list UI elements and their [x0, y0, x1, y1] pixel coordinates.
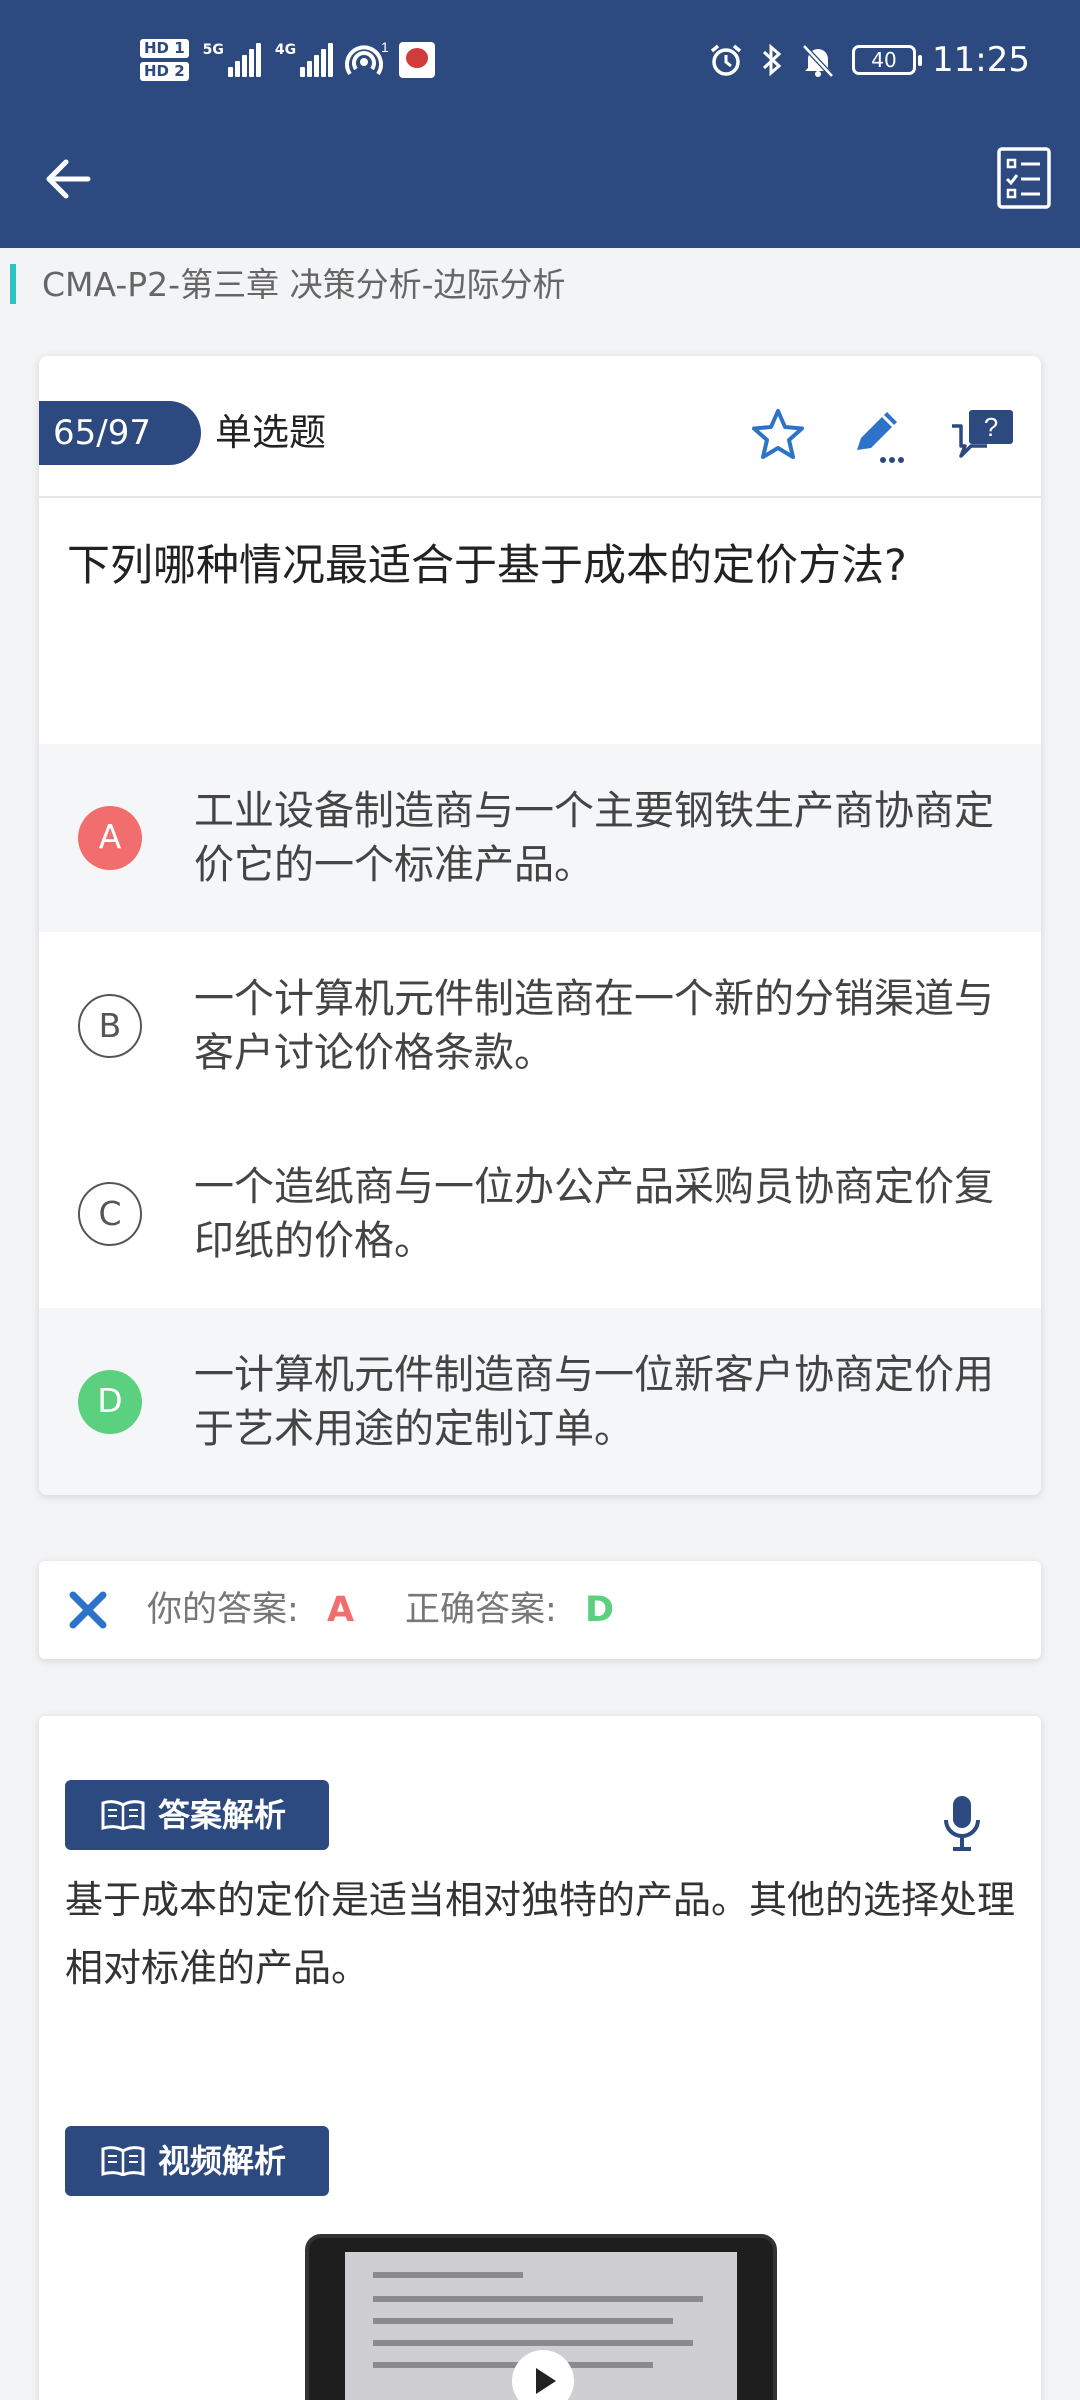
option-b-badge: B: [78, 994, 142, 1058]
battery-icon: 40: [852, 45, 923, 75]
app-header: HD 1 HD 2 5G 4G 1 40 11:25: [0, 0, 1080, 248]
microphone-icon[interactable]: [939, 1792, 985, 1854]
option-a-text: 工业设备制造商与一个主要钢铁生产商协商定价它的一个标准产品。: [194, 788, 994, 888]
wrong-x-icon: [69, 1591, 107, 1629]
correct-answer-value: D: [585, 1590, 615, 1630]
question-type: 单选题: [215, 411, 326, 454]
answer-analysis-title: 答案解析: [158, 1796, 287, 1834]
question-card: 65/97 单选题 ? 下列哪种情况最适合于基于成本的定价方法? A 工业设备制…: [39, 356, 1041, 1495]
app-notification-icon: [399, 42, 436, 78]
option-d-badge: D: [78, 1370, 142, 1434]
option-a[interactable]: A 工业设备制造商与一个主要钢铁生产商协商定价它的一个标准产品。: [39, 744, 1041, 932]
book-icon: [101, 2146, 145, 2176]
hotspot-count: 1: [381, 40, 389, 55]
star-icon[interactable]: [745, 402, 811, 468]
back-arrow-icon[interactable]: [38, 148, 100, 210]
answer-result-card: 你的答案: A 正确答案: D: [39, 1561, 1041, 1659]
mute-bell-icon: [802, 44, 834, 78]
answer-sheet-icon[interactable]: [996, 146, 1052, 210]
status-bar: HD 1 HD 2 5G 4G 1 40 11:25: [0, 0, 1080, 130]
breadcrumb-text: CMA-P2-第三章 决策分析-边际分析: [42, 265, 566, 304]
question-text: 下列哪种情况最适合于基于成本的定价方法?: [67, 541, 907, 591]
alarm-icon: [710, 44, 742, 76]
hd1-badge: HD 1: [140, 39, 189, 58]
answer-analysis-tab: 答案解析: [65, 1780, 329, 1850]
option-a-badge: A: [78, 806, 142, 870]
chapter-breadcrumb: CMA-P2-第三章 决策分析-边际分析: [0, 262, 1080, 308]
status-bar-right: 40 11:25: [708, 34, 1030, 86]
option-c-text: 一个造纸商与一位办公产品采购员协商定价复印纸的价格。: [194, 1164, 994, 1264]
hd-indicators: HD 1 HD 2: [140, 39, 189, 81]
svg-text:?: ?: [984, 412, 998, 442]
bluetooth-icon: [762, 43, 782, 77]
hd2-badge: HD 2: [140, 62, 189, 81]
video-thumbnail[interactable]: [305, 2234, 777, 2400]
question-progress: 65/97: [39, 401, 201, 465]
video-analysis-tab: 视频解析: [65, 2126, 329, 2196]
video-analysis-title: 视频解析: [158, 2142, 287, 2180]
status-bar-left: HD 1 HD 2 5G 4G 1: [140, 34, 436, 86]
your-answer-label: 你的答案:: [147, 1590, 299, 1630]
analysis-card: 答案解析 基于成本的定价是适当相对独特的产品。其他的选择处理相对标准的产品。 视…: [39, 1716, 1041, 2400]
signal-4g-icon: 4G: [275, 43, 334, 77]
hotspot-icon: 1: [345, 40, 389, 76]
option-c[interactable]: C 一个造纸商与一位办公产品采购员协商定价复印纸的价格。: [39, 1120, 1041, 1308]
note-edit-icon[interactable]: [845, 402, 911, 468]
clock: 11:25: [932, 40, 1030, 80]
option-d-text: 一计算机元件制造商与一位新客户协商定价用于艺术用途的定制订单。: [194, 1352, 994, 1452]
question-header: 65/97 单选题 ?: [39, 356, 1041, 498]
answer-analysis-text: 基于成本的定价是适当相对独特的产品。其他的选择处理相对标准的产品。: [65, 1878, 1016, 1990]
your-answer-value: A: [327, 1590, 355, 1630]
option-b[interactable]: B 一个计算机元件制造商在一个新的分销渠道与客户讨论价格条款。: [39, 932, 1041, 1120]
breadcrumb-accent-bar: [10, 264, 16, 304]
ask-question-icon[interactable]: ?: [949, 402, 1015, 468]
signal-5g-icon: 5G: [203, 43, 261, 77]
option-c-badge: C: [78, 1182, 142, 1246]
option-b-text: 一个计算机元件制造商在一个新的分销渠道与客户讨论价格条款。: [194, 976, 994, 1076]
option-d[interactable]: D 一计算机元件制造商与一位新客户协商定价用于艺术用途的定制订单。: [39, 1308, 1041, 1495]
correct-answer-label: 正确答案:: [405, 1590, 557, 1630]
book-icon: [101, 1800, 145, 1830]
